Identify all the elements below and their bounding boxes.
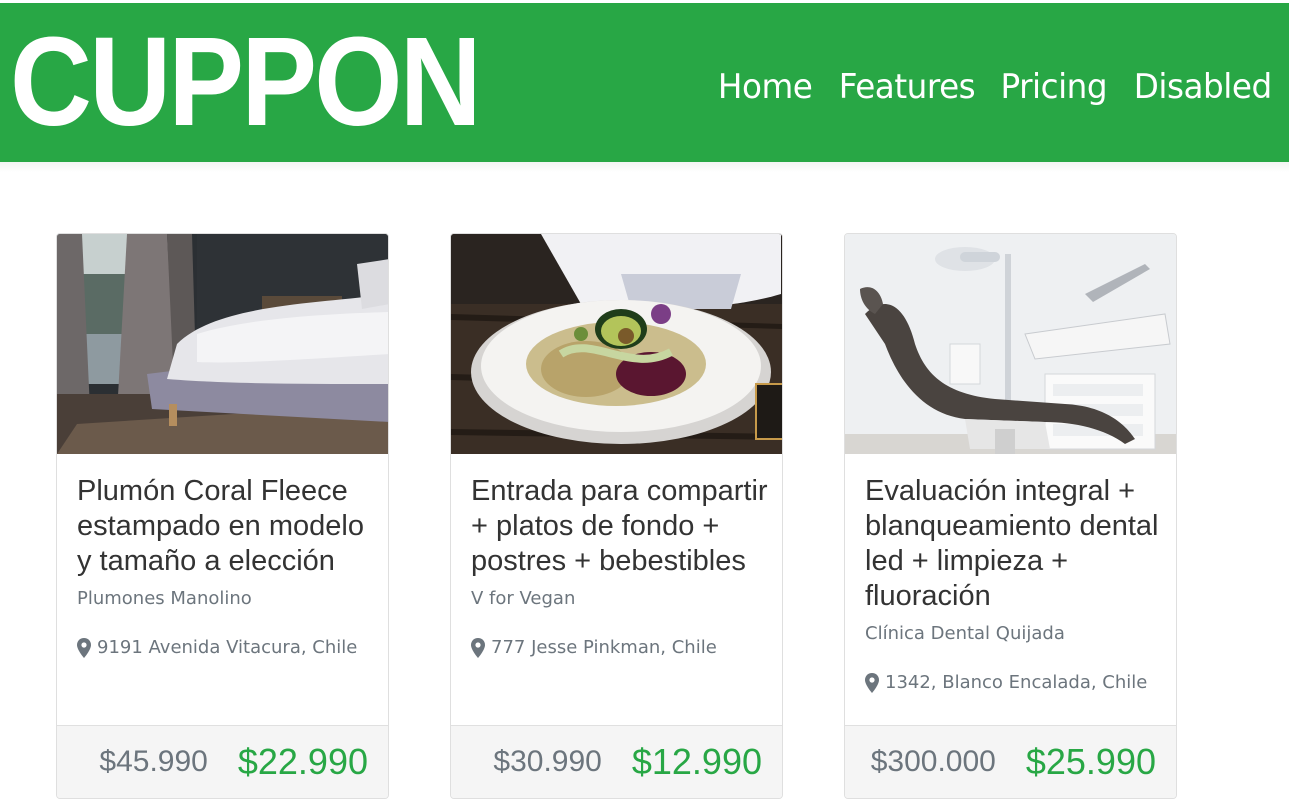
new-price: $22.990 bbox=[237, 741, 368, 782]
dental-chair-photo[interactable] bbox=[845, 234, 1176, 454]
map-marker-icon bbox=[471, 638, 485, 658]
location-text: 9191 Avenida Vitacura, Chile bbox=[97, 637, 358, 658]
navbar-shadow bbox=[0, 162, 1289, 172]
nav-link-features[interactable]: Features bbox=[839, 65, 976, 109]
location-text: 777 Jesse Pinkman, Chile bbox=[491, 637, 717, 658]
map-marker-icon bbox=[865, 673, 879, 693]
new-price: $12.990 bbox=[631, 741, 762, 782]
old-price: $30.990 bbox=[493, 745, 602, 778]
card-title[interactable]: Evaluación integral + blanqueamiento den… bbox=[865, 474, 1162, 614]
deal-card[interactable]: Entrada para compartir + platos de fondo… bbox=[450, 233, 783, 799]
card-footer: $45.990 $22.990 bbox=[57, 725, 388, 798]
vegan-salad-photo[interactable] bbox=[451, 234, 782, 454]
nav-link-disabled[interactable]: Disabled bbox=[1134, 65, 1272, 109]
card-body: Evaluación integral + blanqueamiento den… bbox=[865, 474, 1162, 695]
card-merchant: Clínica Dental Quijada bbox=[865, 623, 1065, 644]
card-merchant: Plumones Manolino bbox=[77, 588, 252, 609]
nav-link-home[interactable]: Home bbox=[717, 65, 812, 109]
nav-link-pricing[interactable]: Pricing bbox=[1001, 65, 1108, 109]
deal-card[interactable]: Evaluación integral + blanqueamiento den… bbox=[844, 233, 1177, 799]
card-location: 777 Jesse Pinkman, Chile bbox=[471, 636, 768, 660]
deal-card[interactable]: Plumón Coral Fleece estampado en modelo … bbox=[56, 233, 389, 799]
bedroom-photo[interactable] bbox=[57, 234, 388, 454]
card-location: 9191 Avenida Vitacura, Chile bbox=[77, 636, 374, 660]
card-title[interactable]: Entrada para compartir + platos de fondo… bbox=[471, 474, 768, 579]
card-footer: $300.000 $25.990 bbox=[845, 725, 1176, 798]
brand-logo[interactable]: CUPPON bbox=[10, 17, 482, 147]
card-body: Plumón Coral Fleece estampado en modelo … bbox=[77, 474, 374, 660]
card-merchant: V for Vegan bbox=[471, 588, 576, 609]
map-marker-icon bbox=[77, 638, 91, 658]
new-price: $25.990 bbox=[1025, 741, 1156, 782]
old-price: $45.990 bbox=[99, 745, 208, 778]
card-body: Entrada para compartir + platos de fondo… bbox=[471, 474, 768, 660]
nav-links: Home Features Pricing Disabled bbox=[714, 65, 1272, 109]
location-text: 1342, Blanco Encalada, Chile bbox=[885, 672, 1148, 693]
card-title[interactable]: Plumón Coral Fleece estampado en modelo … bbox=[77, 474, 374, 579]
card-footer: $30.990 $12.990 bbox=[451, 725, 782, 798]
old-price: $300.000 bbox=[870, 745, 996, 778]
navbar: CUPPON Home Features Pricing Disabled bbox=[0, 3, 1289, 162]
card-location: 1342, Blanco Encalada, Chile bbox=[865, 671, 1162, 695]
